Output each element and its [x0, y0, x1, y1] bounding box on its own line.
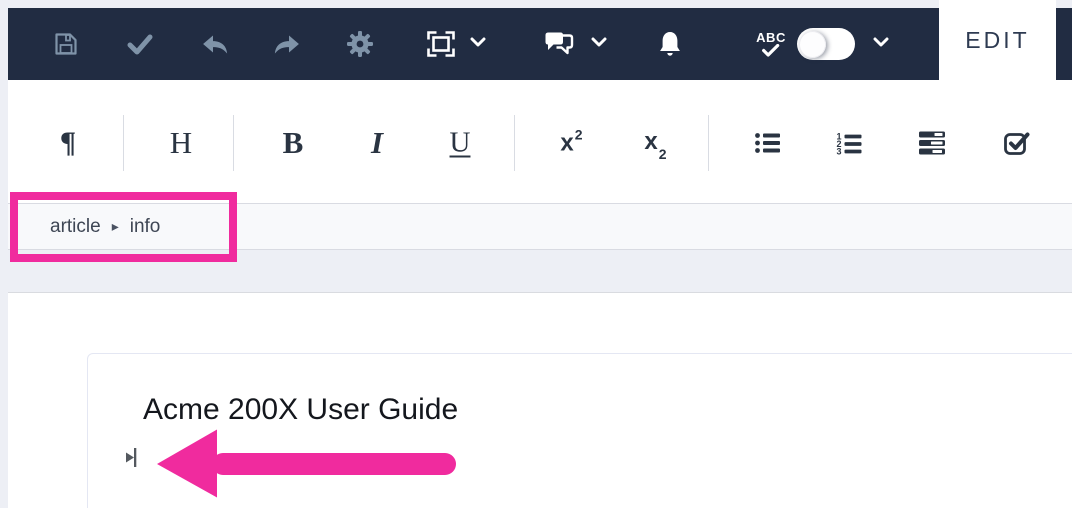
- undo-button[interactable]: [202, 33, 229, 56]
- layout-dropdown-chevron[interactable]: [470, 35, 487, 53]
- text-cursor-icon: [125, 447, 138, 473]
- chevron-down-icon: [470, 37, 486, 47]
- chevron-down-icon: [591, 37, 607, 47]
- underline-button[interactable]: U: [450, 127, 471, 160]
- comments-dropdown-chevron[interactable]: [591, 35, 608, 53]
- tab-edit[interactable]: EDIT: [939, 0, 1056, 80]
- settings-button[interactable]: [347, 31, 374, 58]
- bell-icon: [660, 32, 680, 56]
- heading-icon: H: [169, 125, 193, 160]
- heading-button[interactable]: H: [170, 125, 192, 161]
- block-list-icon: [919, 131, 945, 155]
- block-list-button[interactable]: [919, 131, 946, 155]
- frame-corners-icon: [427, 31, 455, 57]
- subscript-button[interactable]: x2: [644, 128, 667, 162]
- gear-icon: [347, 31, 373, 57]
- edit-tab-label: EDIT: [965, 26, 1030, 53]
- speech-bubbles-icon: [545, 32, 574, 55]
- subscript-icon: x2: [644, 128, 667, 162]
- notifications-button[interactable]: [658, 30, 683, 58]
- bullet-list-icon: [755, 133, 780, 153]
- spellcheck-dropdown-chevron[interactable]: [873, 35, 890, 53]
- italic-button[interactable]: I: [371, 125, 383, 161]
- pilcrow-icon: ¶: [59, 126, 77, 159]
- toolbar-divider: [708, 115, 709, 171]
- checkbox-list-button[interactable]: [1004, 130, 1031, 156]
- document-title[interactable]: Acme 200X User Guide: [143, 393, 458, 427]
- spellcheck-toggle[interactable]: [797, 28, 855, 60]
- check-icon: [127, 34, 153, 55]
- format-toolbar: ¶ H B I U x2 x2 1 2 3: [8, 80, 1072, 203]
- element-breadcrumb-bar: article ▸ info: [8, 203, 1072, 250]
- editor-panel: Acme 200X User Guide: [8, 292, 1072, 508]
- bold-icon: B: [282, 125, 304, 160]
- check-icon: [762, 44, 780, 57]
- underline-icon: U: [449, 126, 471, 159]
- breadcrumb-segment-info[interactable]: info: [130, 216, 161, 238]
- chevron-down-icon: [873, 37, 889, 47]
- toolbar-divider: [514, 115, 515, 171]
- paragraph-button[interactable]: ¶: [60, 126, 76, 160]
- breadcrumb-separator-icon: ▸: [111, 218, 119, 234]
- superscript-icon: x2: [560, 126, 583, 157]
- numbered-list-button[interactable]: 1 2 3: [836, 131, 863, 155]
- svg-text:3: 3: [837, 147, 842, 156]
- toolbar-divider: [123, 115, 124, 171]
- floppy-icon: [55, 33, 77, 55]
- bullet-list-button[interactable]: [755, 132, 782, 155]
- document-card[interactable]: Acme 200X User Guide: [87, 353, 1072, 508]
- toggle-knob: [799, 30, 826, 58]
- checkbox-icon: [1004, 132, 1030, 155]
- breadcrumb-segment-article[interactable]: article: [50, 216, 101, 238]
- main-toolbar: ABC: [8, 8, 1072, 80]
- layout-mode-button[interactable]: [426, 30, 457, 59]
- superscript-button[interactable]: x2: [560, 126, 583, 158]
- abc-check-icon: ABC: [756, 31, 786, 57]
- comments-button[interactable]: [543, 30, 576, 58]
- paligo-editor-window: ABC EDIT ¶ H B I U x2 x2 1 2 3 article ▸…: [0, 0, 1072, 508]
- italic-icon: I: [370, 125, 384, 160]
- approve-button[interactable]: [127, 33, 153, 55]
- spellcheck-button[interactable]: ABC: [756, 31, 786, 57]
- numbered-list-icon: 1 2 3: [837, 132, 862, 156]
- redo-arrow-icon: [274, 35, 299, 54]
- abc-label: ABC: [756, 30, 786, 45]
- toolbar-divider: [233, 115, 234, 171]
- bold-button[interactable]: B: [283, 125, 304, 161]
- redo-button[interactable]: [274, 33, 301, 56]
- undo-arrow-icon: [203, 35, 228, 54]
- save-button[interactable]: [53, 31, 80, 58]
